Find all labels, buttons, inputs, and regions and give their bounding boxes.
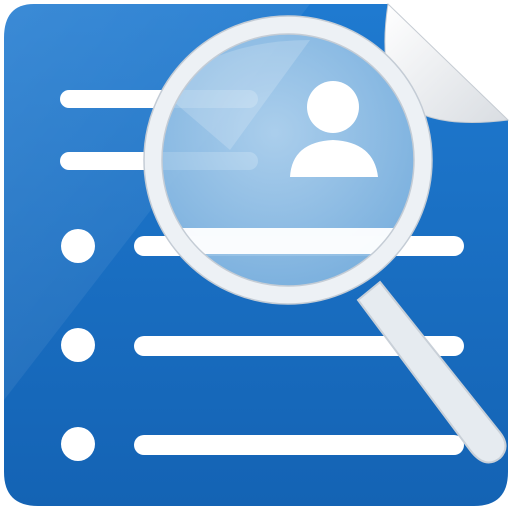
document-user-search-icon <box>4 2 510 506</box>
app-icon <box>0 0 512 512</box>
magnifier-lens <box>143 15 433 305</box>
